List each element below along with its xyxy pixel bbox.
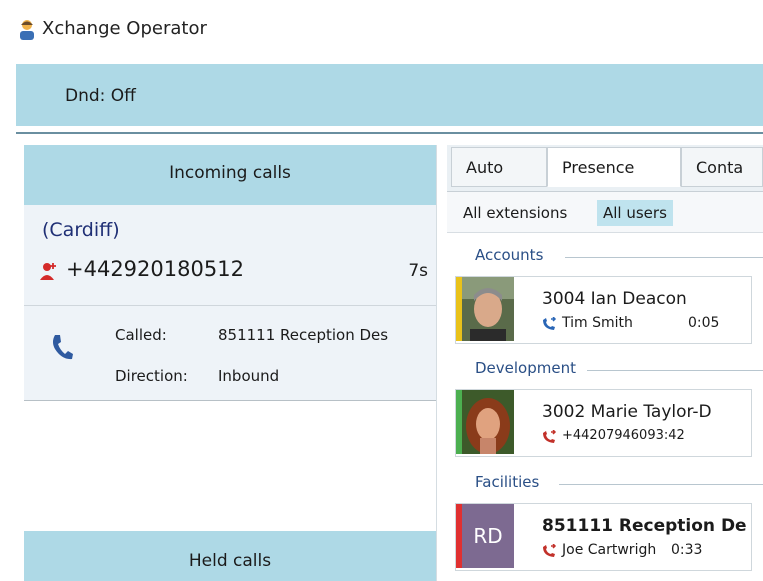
extension-name: 3002 Marie Taylor-D	[542, 402, 712, 422]
group-label-development: Development	[475, 359, 576, 377]
call-duration: 0:05	[688, 315, 720, 331]
called-label: Called:	[115, 326, 167, 344]
incoming-calls-header: Incoming calls	[24, 145, 436, 205]
extension-card-3004[interactable]: 3004 Ian Deacon Tim Smith 0:05	[455, 276, 752, 344]
extension-card-851111[interactable]: RD 851111 Reception De Joe Cartwrigh 0:3…	[455, 503, 752, 571]
incoming-calls-title: Incoming calls	[169, 163, 291, 183]
tab-contacts[interactable]: Conta	[681, 147, 763, 187]
subtab-all-users[interactable]: All users	[597, 200, 673, 226]
avatar-initials: RD	[462, 504, 514, 568]
extension-name: 851111 Reception De	[542, 516, 747, 536]
directory-panel: Auto Presence Conta All extensions All u…	[447, 145, 763, 581]
held-calls-header: Held calls	[24, 531, 436, 581]
calls-panel: Incoming calls (Cardiff) +442920180512 7…	[24, 145, 437, 581]
direction-value: Inbound	[218, 367, 280, 385]
held-calls-title: Held calls	[188, 551, 272, 571]
tab-presence[interactable]: Presence	[547, 147, 681, 187]
title-bar: Xchange Operator	[0, 0, 763, 60]
extension-card-3002[interactable]: 3002 Marie Taylor-D +44207946093:42	[455, 389, 752, 457]
phone-icon	[53, 335, 73, 360]
caller-number: +442920180512	[66, 257, 244, 281]
call-timer: 7s	[408, 261, 428, 281]
call-location: (Cardiff)	[42, 219, 120, 241]
incoming-call-card[interactable]: (Cardiff) +442920180512 7s	[24, 205, 436, 305]
extension-name: 3004 Ian Deacon	[542, 289, 687, 309]
avatar-marie-taylor	[462, 390, 514, 454]
group-divider	[559, 484, 763, 485]
subtab-all-extensions[interactable]: All extensions	[457, 200, 573, 226]
operator-icon	[20, 20, 34, 40]
group-divider	[587, 370, 763, 371]
call-details: Called: 851111 Reception Des Direction: …	[24, 305, 436, 401]
tab-bar: Auto Presence Conta	[447, 145, 763, 192]
direction-label: Direction:	[115, 367, 188, 385]
divider	[16, 132, 763, 134]
connected-party: Joe Cartwrigh	[562, 542, 657, 558]
app-title: Xchange Operator	[42, 18, 207, 39]
new-caller-icon	[40, 263, 56, 280]
connected-party: +44207946093:42	[562, 428, 685, 443]
group-divider	[565, 257, 763, 258]
avatar-ian-deacon	[462, 277, 514, 341]
toolbar: Dnd: Off	[16, 64, 763, 126]
connected-party: Tim Smith	[562, 315, 633, 331]
dnd-toggle[interactable]: Dnd: Off	[65, 86, 136, 106]
tab-auto[interactable]: Auto	[451, 147, 547, 187]
called-value: 851111 Reception Des	[218, 326, 389, 344]
transfer-call-icon	[543, 317, 557, 330]
call-duration: 0:33	[671, 542, 703, 558]
group-label-facilities: Facilities	[475, 473, 540, 491]
active-call-icon	[543, 430, 557, 443]
group-label-accounts: Accounts	[475, 246, 544, 264]
subtab-bar: All extensions All users	[447, 192, 763, 233]
active-call-icon	[543, 544, 557, 557]
